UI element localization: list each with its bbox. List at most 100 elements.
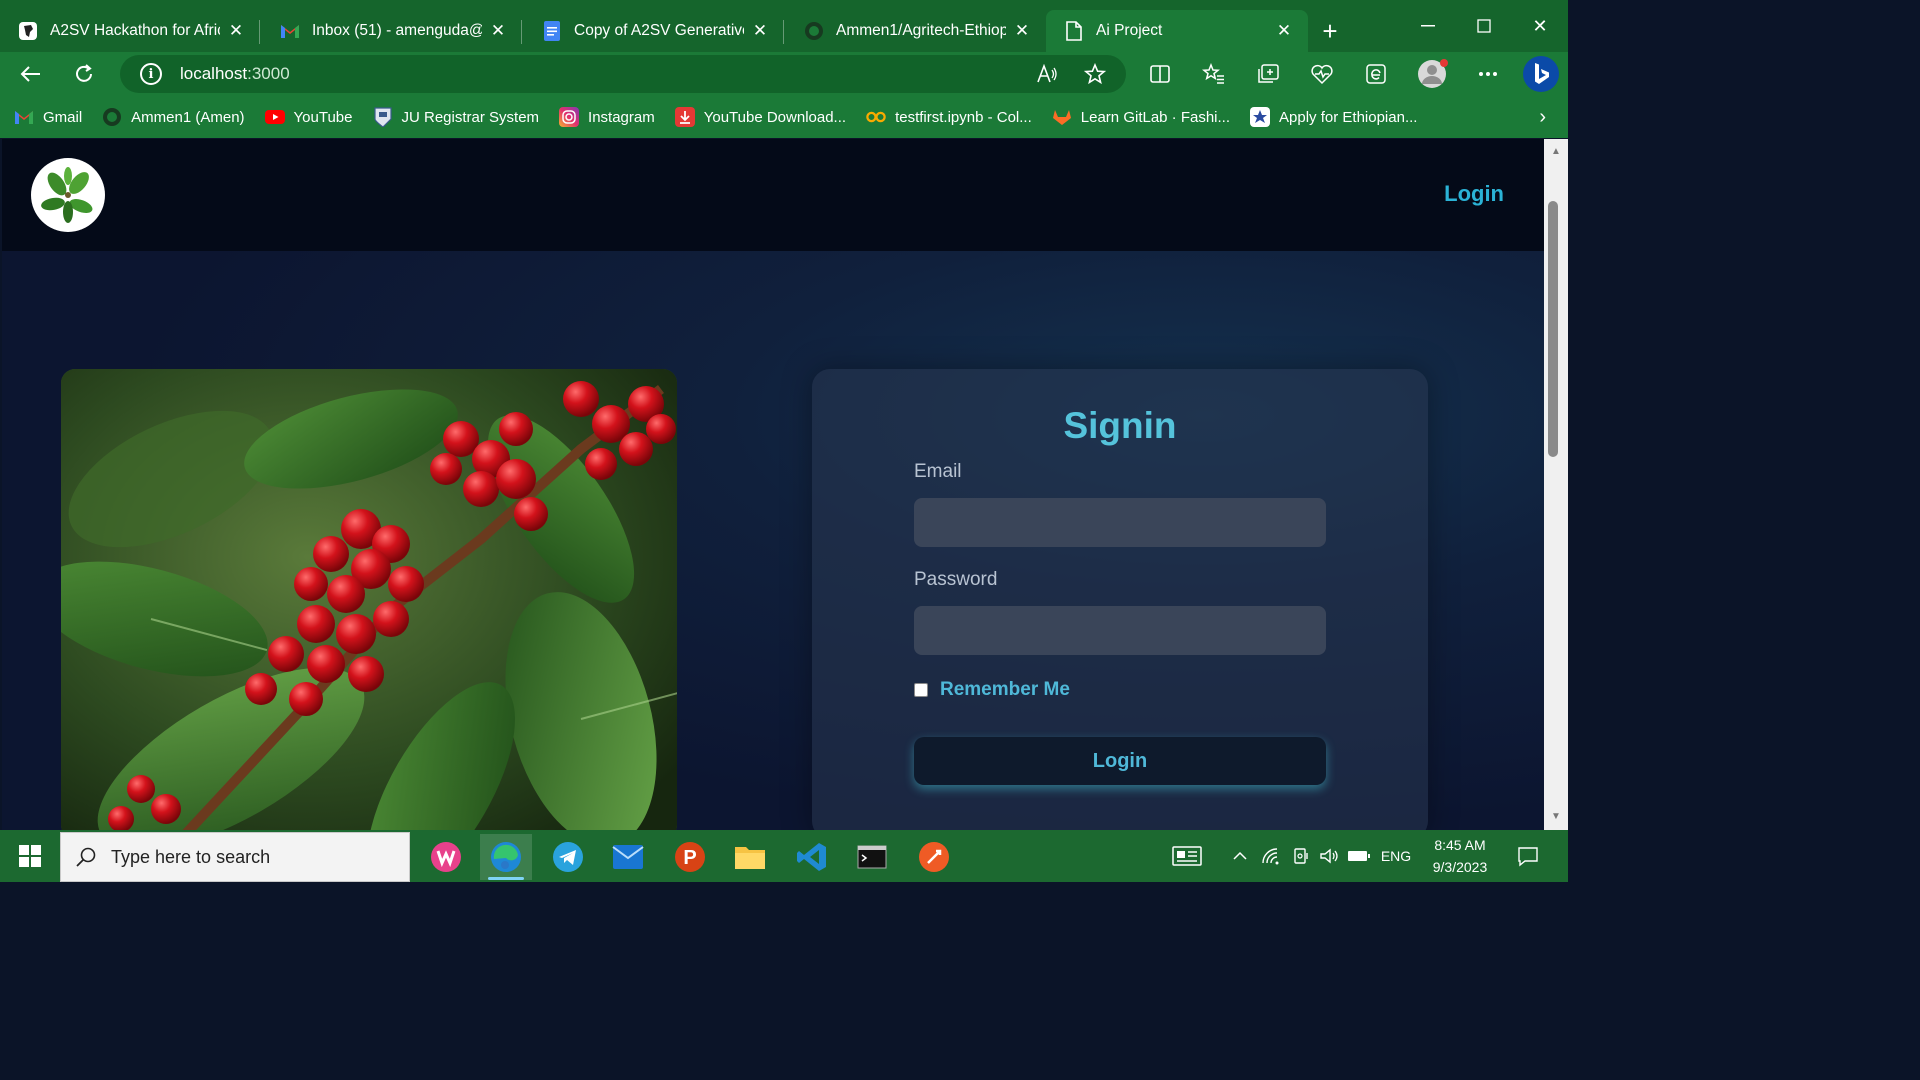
- tab-title: Ai Project: [1096, 22, 1163, 39]
- postman-icon[interactable]: [908, 834, 960, 880]
- close-window-button[interactable]: ✕: [1512, 0, 1568, 52]
- browser-toolbar: i localhost:3000: [0, 52, 1568, 96]
- telegram-icon[interactable]: [542, 834, 594, 880]
- close-icon[interactable]: ✕: [226, 21, 246, 41]
- language-indicator[interactable]: ENG: [1378, 844, 1414, 868]
- page-scrollbar[interactable]: ▲ ▼: [1544, 139, 1568, 830]
- chevron-up-icon[interactable]: [1230, 844, 1250, 868]
- password-field[interactable]: [914, 606, 1326, 655]
- chevron-right-icon[interactable]: ›: [1539, 106, 1546, 129]
- download-icon: [674, 107, 695, 127]
- file-explorer-icon[interactable]: [724, 834, 776, 880]
- url-port: :3000: [247, 64, 290, 83]
- ethiopia-emblem-icon: [1250, 107, 1271, 127]
- gmail-icon: [14, 107, 34, 127]
- device-icon[interactable]: [1290, 844, 1312, 868]
- postman-p-icon[interactable]: P: [664, 834, 716, 880]
- read-aloud-icon[interactable]: [1032, 59, 1062, 89]
- bookmark-label: Gmail: [43, 108, 83, 126]
- remember-me-checkbox[interactable]: [914, 683, 928, 697]
- remember-me-label[interactable]: Remember Me: [940, 679, 1070, 701]
- bookmark-label: YouTube: [293, 108, 353, 126]
- browser-essentials-icon[interactable]: [1304, 56, 1340, 92]
- vscode-icon[interactable]: [786, 834, 838, 880]
- coffee-leaf-logo[interactable]: [31, 158, 105, 232]
- tab-title: Ammen1/Agritech-Ethiopia: [836, 22, 1006, 39]
- page-icon: [1064, 21, 1084, 41]
- gitlab-icon: [1052, 107, 1072, 127]
- tab-gmail-inbox[interactable]: Inbox (51) - amenguda@gm ✕: [262, 10, 522, 52]
- minimize-button[interactable]: [1400, 0, 1456, 52]
- wps-office-icon[interactable]: [420, 834, 472, 880]
- scrollbar-thumb[interactable]: [1548, 201, 1558, 457]
- site-header: Login: [2, 139, 1544, 251]
- internet-explorer-mode-icon[interactable]: [1358, 56, 1394, 92]
- bookmark-ju-registrar[interactable]: JU Registrar System: [373, 107, 539, 127]
- split-screen-icon[interactable]: [1142, 56, 1178, 92]
- email-label: Email: [914, 461, 962, 482]
- taskbar-search-box[interactable]: Type here to search: [60, 832, 410, 882]
- clock-time: 8:45 AM: [1434, 837, 1486, 853]
- address-bar[interactable]: i localhost:3000: [120, 55, 1126, 93]
- login-button[interactable]: Login: [914, 737, 1326, 785]
- remember-me-row[interactable]: Remember Me: [914, 679, 1070, 701]
- refresh-button[interactable]: [66, 56, 102, 92]
- coffee-cherries-image: [61, 369, 677, 830]
- tab-ai-project[interactable]: Ai Project ✕: [1046, 10, 1308, 52]
- more-menu-icon[interactable]: [1470, 56, 1506, 92]
- windows-start-button[interactable]: [8, 838, 52, 874]
- mail-icon[interactable]: [602, 834, 654, 880]
- bookmark-instagram[interactable]: Instagram: [559, 107, 655, 127]
- scroll-up-icon[interactable]: ▲: [1548, 143, 1564, 159]
- volume-icon[interactable]: [1318, 844, 1340, 868]
- taskbar-clock[interactable]: 8:45 AM 9/3/2023: [1418, 834, 1502, 878]
- nav-login-link[interactable]: Login: [1444, 181, 1504, 207]
- address-url[interactable]: localhost:3000: [180, 64, 290, 84]
- news-widget-icon[interactable]: [1170, 844, 1204, 868]
- svg-text:P: P: [683, 847, 696, 869]
- notifications-icon[interactable]: [1512, 844, 1544, 868]
- battery-icon[interactable]: [1346, 844, 1372, 868]
- email-field[interactable]: [914, 498, 1326, 547]
- maximize-button[interactable]: [1456, 0, 1512, 52]
- taskbar-search-placeholder: Type here to search: [111, 846, 271, 867]
- close-icon[interactable]: ✕: [1012, 21, 1032, 41]
- bookmark-ethiopian-passport[interactable]: Apply for Ethiopian...: [1250, 107, 1417, 127]
- bookmark-youtube[interactable]: YouTube: [264, 107, 353, 127]
- new-tab-button[interactable]: +: [1308, 10, 1352, 52]
- tab-title: A2SV Hackathon for Africa: [50, 22, 220, 39]
- google-docs-icon: [542, 21, 562, 41]
- tab-title: Copy of A2SV Generative AI: [574, 22, 744, 39]
- colab-icon: [866, 107, 886, 127]
- windows-taskbar: Type here to search P ENG: [0, 830, 1568, 882]
- favorites-icon[interactable]: [1196, 56, 1232, 92]
- web-page: Login Signin Email Password Remember Me …: [2, 139, 1544, 830]
- edge-browser-icon[interactable]: [480, 834, 532, 880]
- wifi-icon[interactable]: [1260, 844, 1282, 868]
- bing-copilot-icon[interactable]: [1520, 53, 1562, 95]
- tab-google-doc[interactable]: Copy of A2SV Generative AI ✕: [524, 10, 784, 52]
- bookmark-colab[interactable]: testfirst.ipynb - Col...: [866, 107, 1032, 127]
- collections-icon[interactable]: [1250, 56, 1286, 92]
- bookmark-gitlab[interactable]: Learn GitLab · Fashi...: [1052, 107, 1230, 127]
- gmail-icon: [280, 21, 300, 41]
- back-button[interactable]: [12, 56, 48, 92]
- profile-avatar-icon[interactable]: [1414, 56, 1450, 92]
- favorite-star-icon[interactable]: [1080, 59, 1110, 89]
- bookmark-youtube-download[interactable]: YouTube Download...: [674, 107, 846, 127]
- bookmark-label: Apply for Ethiopian...: [1279, 108, 1418, 126]
- close-icon[interactable]: ✕: [750, 21, 770, 41]
- africa-map-icon: [18, 21, 38, 41]
- signin-card: Signin Email Password Remember Me Login: [812, 369, 1428, 830]
- tab-github-repo[interactable]: Ammen1/Agritech-Ethiopia ✕: [786, 10, 1046, 52]
- tab-a2sv-hackathon[interactable]: A2SV Hackathon for Africa ✕: [0, 10, 260, 52]
- browser-tab-strip: A2SV Hackathon for Africa ✕ Inbox (51) -…: [0, 0, 1568, 52]
- tab-title: Inbox (51) - amenguda@gm: [312, 22, 482, 39]
- site-info-icon[interactable]: i: [140, 63, 162, 85]
- close-icon[interactable]: ✕: [488, 21, 508, 41]
- scroll-down-icon[interactable]: ▼: [1548, 808, 1564, 824]
- close-icon[interactable]: ✕: [1274, 21, 1294, 41]
- bookmark-gmail[interactable]: Gmail: [14, 107, 82, 127]
- terminal-icon[interactable]: [846, 834, 898, 880]
- bookmark-github-profile[interactable]: Ammen1 (Amen): [102, 107, 245, 127]
